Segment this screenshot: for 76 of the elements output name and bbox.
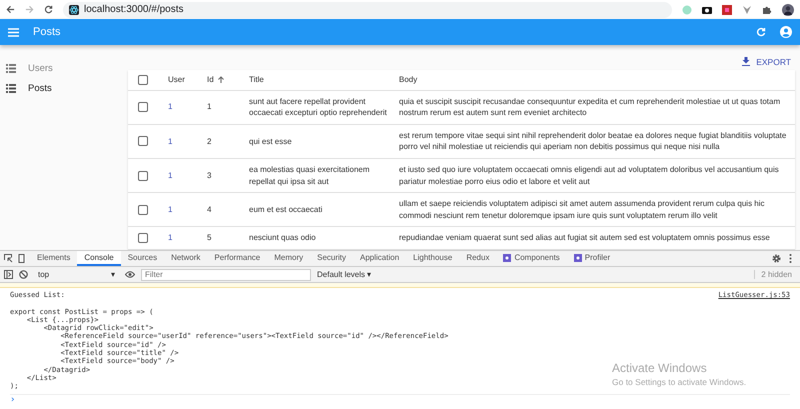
- select-all-checkbox[interactable]: [138, 74, 148, 85]
- puzzle-icon[interactable]: [762, 4, 772, 14]
- column-header[interactable]: Body: [395, 70, 795, 91]
- notice-text: Go to Settings to activate Windows.: [612, 377, 746, 387]
- back-icon[interactable]: [6, 5, 15, 14]
- export-button[interactable]: EXPORT: [738, 56, 795, 67]
- atom-icon: [574, 254, 582, 262]
- devtools-tab[interactable]: Performance: [207, 251, 268, 266]
- settings-icon[interactable]: [772, 254, 781, 263]
- table-cell: ullam et saepe reiciendis voluptatem adipisci sit amet autem assumenda provident rerum culpa quis hic commodi nesciunt rem tenetur doloremque ipsam iure quis sunt voluptatem rerum illo velit: [395, 193, 795, 228]
- page-title: Posts: [33, 26, 62, 38]
- eye-icon[interactable]: [125, 271, 135, 278]
- url-text: localhost:3000/#/posts: [84, 4, 184, 15]
- column-header[interactable]: User: [164, 70, 203, 91]
- table-cell: nesciunt quas odio: [245, 227, 395, 250]
- devtools-tab[interactable]: Redux: [459, 251, 496, 266]
- sidebar-item[interactable]: Posts: [6, 81, 128, 95]
- row-checkbox[interactable]: [138, 170, 148, 181]
- devtools-tab[interactable]: Security: [310, 251, 354, 266]
- table-cell: quia et suscipit suscipit recusandae consequuntur expedita et cum reprehenderit molestiae ut ut quas totam nostrum rerum est autem sunt rem eveniet architecto: [395, 90, 795, 125]
- devtools-tab[interactable]: Profiler: [566, 251, 618, 266]
- sidebar-toggle-icon[interactable]: [4, 270, 13, 279]
- device-icon[interactable]: [17, 254, 26, 263]
- row-checkbox[interactable]: [138, 136, 148, 146]
- devtools-tab[interactable]: Application: [353, 251, 406, 266]
- table-cell: 5: [203, 227, 245, 250]
- clear-icon[interactable]: [19, 270, 28, 279]
- devtools-tab[interactable]: Console: [77, 251, 121, 266]
- devtools-tab[interactable]: Components: [496, 251, 567, 266]
- atom-icon: [69, 4, 79, 14]
- table-cell: repudiandae veniam quaerat sunt sed alias aut fugiat sit autem sed est voluptatem omnis possimus esse: [395, 227, 795, 250]
- sort-arrow-icon: [218, 76, 224, 84]
- devtools-tab[interactable]: Network: [164, 251, 208, 266]
- user-link[interactable]: 1: [168, 170, 172, 182]
- devtools-tab[interactable]: Elements: [30, 251, 78, 266]
- download-icon: [742, 57, 750, 66]
- user-link[interactable]: 1: [168, 101, 172, 114]
- column-header[interactable]: Title: [245, 70, 395, 91]
- console-prompt[interactable]: ›: [10, 394, 16, 405]
- user-link[interactable]: 1: [168, 232, 172, 244]
- address-bar[interactable]: localhost:3000/#/posts: [63, 2, 672, 18]
- menu-icon[interactable]: [8, 28, 19, 36]
- context-select[interactable]: top ▾: [34, 270, 119, 279]
- camera-icon[interactable]: [702, 4, 712, 14]
- table-cell: 3: [203, 159, 245, 194]
- user-link[interactable]: 1: [168, 136, 172, 148]
- avatar-icon[interactable]: [782, 4, 794, 16]
- devtools-tab[interactable]: Memory: [267, 251, 310, 266]
- more-icon[interactable]: [789, 254, 792, 263]
- table-cell: sunt aut facere repellat provident occaecati excepturi optio reprehenderit: [245, 90, 395, 125]
- list-icon: [6, 84, 16, 92]
- table-cell: et iusto sed quo iure voluptatem occaecati omnis eligendi aut ad voluptatem doloribus vel accusantium quis pariatur molestiae porro eius odio et labore et velit aut: [395, 159, 795, 194]
- table-cell: eum et est occaecati: [245, 193, 395, 228]
- table-cell: 4: [203, 193, 245, 228]
- reload-icon[interactable]: [44, 5, 53, 14]
- row-checkbox[interactable]: [138, 102, 148, 112]
- row-checkbox[interactable]: [138, 204, 148, 215]
- hidden-count: 2 hidden: [754, 270, 792, 279]
- column-header[interactable]: Id: [203, 70, 245, 91]
- notice-title: Activate Windows: [612, 361, 708, 375]
- account-icon[interactable]: [780, 26, 792, 38]
- list-icon: [6, 64, 16, 72]
- devtools-tab[interactable]: Lighthouse: [406, 251, 460, 266]
- atom-icon: [503, 254, 512, 262]
- row-checkbox[interactable]: [138, 233, 148, 244]
- levels-dropdown[interactable]: Default levels ▾: [317, 270, 372, 279]
- refresh-icon[interactable]: [756, 27, 766, 37]
- table-cell: 2: [203, 124, 245, 160]
- inspect-icon[interactable]: [4, 254, 13, 263]
- table-cell: est rerum tempore vitae sequi sint nihil reprehenderit dolor beatae ea dolores neque fugiat blanditiis voluptate porro vel nihil molestiae ut reiciendis qui aperiam non debitis possimus qui neque nisi nulla: [395, 124, 795, 160]
- devtools-tab[interactable]: Sources: [120, 251, 164, 266]
- table-cell: 1: [203, 90, 245, 125]
- table-cell: qui est esse: [245, 124, 395, 160]
- table-cell: ea molestias quasi exercitationem repellat qui ipsa sit aut: [245, 159, 395, 194]
- filter-field[interactable]: Filter: [141, 268, 311, 280]
- user-link[interactable]: 1: [168, 204, 172, 216]
